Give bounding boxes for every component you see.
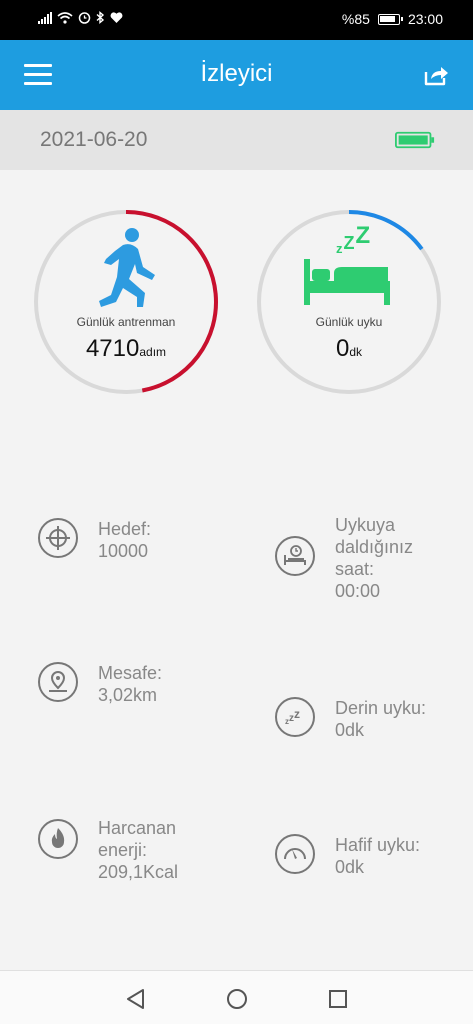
- energy-value: 209,1Kcal: [98, 862, 179, 882]
- deep-sleep-label: Derin uyku:: [335, 698, 427, 718]
- energy-label-1: Harcanan: [98, 818, 177, 838]
- status-bar: %85 23:00: [0, 0, 473, 40]
- stat-energy-text: Harcanan enerji: 209,1Kcal: [98, 817, 178, 883]
- zzz-text: zZZ: [336, 222, 370, 256]
- goal-value: 10000: [98, 541, 149, 561]
- steps-unit: adım: [139, 345, 167, 359]
- stat-goal-text: Hedef: 10000: [98, 518, 151, 562]
- system-nav-bar: [0, 970, 473, 1024]
- battery-icon: [395, 131, 435, 149]
- runner-icon: [99, 228, 155, 307]
- steps-count: 4710: [85, 335, 140, 362]
- sleep-minutes: 0: [335, 335, 350, 362]
- wifi-icon: [57, 11, 73, 24]
- goal-label: Hedef:: [98, 519, 152, 539]
- zzz-icon: zzz: [275, 697, 315, 737]
- svg-text:zzz: zzz: [285, 707, 300, 726]
- clock-time: 23:00: [407, 11, 443, 27]
- energy-label-2: enerji:: [98, 840, 148, 860]
- light-sleep-value: 0dk: [335, 857, 365, 877]
- heart-icon: [110, 11, 123, 23]
- distance-value: 3,02km: [98, 685, 158, 705]
- back-icon[interactable]: [124, 987, 148, 1011]
- date-bar: 2021-06-20: [0, 110, 473, 170]
- stat-light-sleep: Hafif uyku: 0dk: [275, 834, 420, 878]
- stat-sleep-time-text: Uykuya daldığınız saat: 00:00: [335, 514, 413, 602]
- stat-distance: Mesafe: 3,02km: [38, 662, 162, 706]
- bluetooth-icon: [96, 11, 105, 24]
- stat-sleep-time: Uykuya daldığınız saat: 00:00: [275, 514, 413, 602]
- home-icon[interactable]: [225, 987, 249, 1011]
- stat-energy: Harcanan enerji: 209,1Kcal: [38, 817, 178, 883]
- app-bar: İzleyici: [0, 40, 473, 110]
- bed-clock-icon: [275, 536, 315, 576]
- sleep-unit: dk: [349, 345, 363, 359]
- sleep-bed-icon: [304, 259, 390, 305]
- sleep-time-label-2: daldığınız: [335, 537, 414, 557]
- battery-percent: %85: [341, 11, 370, 27]
- activity-ring[interactable]: Günlük antrenman 4710adım: [31, 207, 221, 397]
- sleep-time-label-1: Uykuya: [335, 515, 396, 535]
- target-icon: [38, 518, 78, 558]
- phone-battery-icon: [377, 13, 403, 25]
- date-label[interactable]: 2021-06-20: [40, 128, 147, 152]
- gauge-icon: [275, 834, 315, 874]
- stat-light-sleep-text: Hafif uyku: 0dk: [335, 834, 420, 878]
- share-icon[interactable]: [423, 62, 449, 88]
- light-sleep-label: Hafif uyku:: [335, 835, 421, 855]
- signal-icon: [38, 11, 52, 24]
- sleep-time-value: 00:00: [335, 581, 381, 601]
- stat-distance-text: Mesafe: 3,02km: [98, 662, 162, 706]
- activity-ring-label: Günlük antrenman: [76, 315, 176, 329]
- stat-deep-sleep: zzz Derin uyku: 0dk: [275, 697, 426, 741]
- sleep-ring-label: Günlük uyku: [315, 315, 383, 329]
- sleep-ring-value: 0dk: [254, 335, 444, 363]
- alarm-icon: [78, 12, 91, 24]
- map-pin-icon: [38, 662, 78, 702]
- sleep-time-label-3: saat:: [335, 559, 375, 579]
- flame-icon: [38, 819, 78, 859]
- page-title: İzleyici: [200, 60, 273, 87]
- distance-label: Mesafe:: [98, 663, 163, 683]
- recents-icon[interactable]: [326, 987, 350, 1011]
- stat-deep-sleep-text: Derin uyku: 0dk: [335, 697, 426, 741]
- status-icons: [38, 11, 123, 24]
- activity-ring-value: 4710adım: [31, 335, 221, 363]
- stat-goal: Hedef: 10000: [38, 518, 151, 562]
- deep-sleep-value: 0dk: [335, 720, 365, 740]
- sleep-ring[interactable]: zZZ Günlük uyku 0dk: [254, 207, 444, 397]
